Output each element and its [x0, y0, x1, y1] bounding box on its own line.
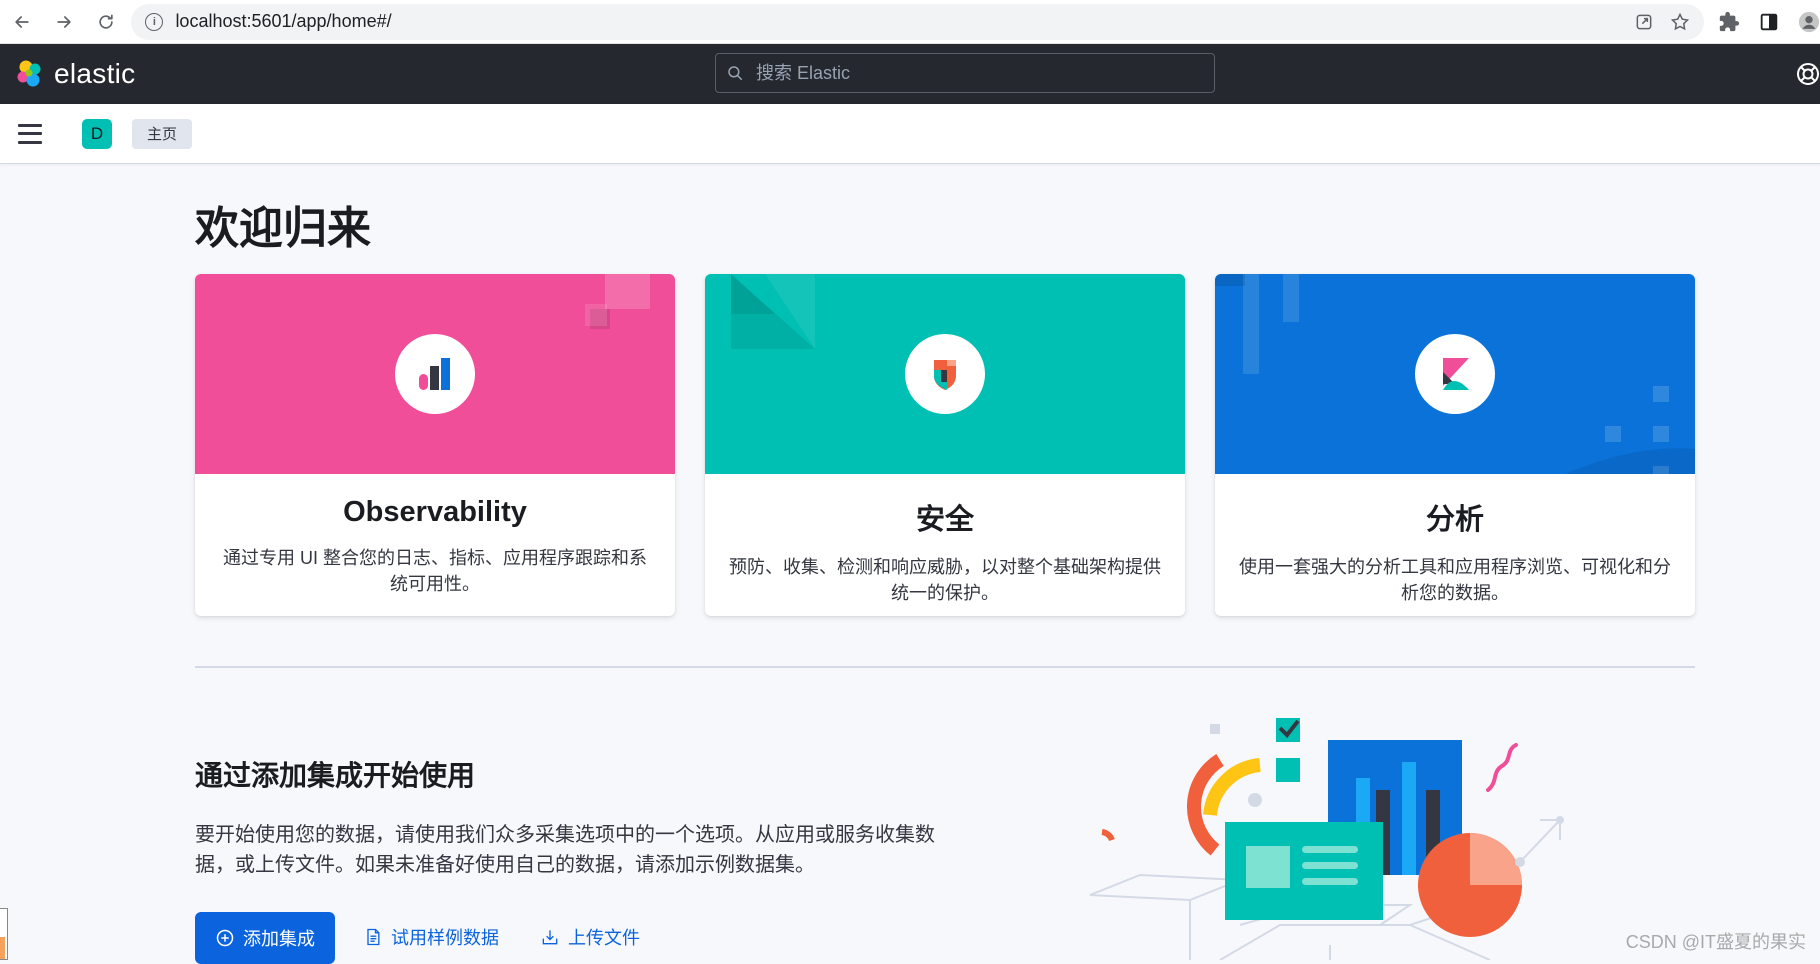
forward-button[interactable] [44, 2, 84, 42]
extensions-icon[interactable] [1718, 11, 1740, 33]
share-icon[interactable] [1634, 12, 1654, 32]
elastic-logo-icon [14, 58, 46, 90]
menu-bar-icon [18, 132, 42, 135]
menu-toggle-button[interactable] [18, 124, 42, 144]
sub-header: D 主页 [0, 104, 1820, 164]
watermark-text: CSDN @IT盛夏的果实 [1626, 928, 1806, 954]
menu-bar-icon [18, 124, 42, 127]
upload-icon [540, 927, 560, 947]
reload-icon [96, 12, 116, 32]
arrow-right-icon [54, 12, 74, 32]
observability-logo-icon [395, 334, 475, 414]
browser-toolbar: i localhost:5601/app/home#/ [0, 0, 1820, 44]
logo-text: elastic [54, 58, 135, 90]
solution-card-observability[interactable]: Observability 通过专用 UI 整合您的日志、指标、应用程序跟踪和系… [195, 274, 675, 616]
kibana-header: elastic [0, 44, 1820, 104]
add-integrations-label: 添加集成 [243, 925, 315, 951]
solution-card-analytics[interactable]: 分析 使用一套强大的分析工具和应用程序浏览、可视化和分析您的数据。 [1215, 274, 1695, 616]
reload-button[interactable] [86, 2, 126, 42]
page-title: 欢迎归来 [195, 192, 371, 256]
address-bar[interactable]: i localhost:5601/app/home#/ [131, 4, 1704, 40]
card-banner [195, 274, 675, 474]
arrow-left-icon [12, 12, 32, 32]
back-button[interactable] [2, 2, 42, 42]
security-logo-icon [905, 334, 985, 414]
solution-card-security[interactable]: 安全 预防、收集、检测和响应威胁，以对整个基础架构提供统一的保护。 [705, 274, 1185, 616]
card-description: 预防、收集、检测和响应威胁，以对整个基础架构提供统一的保护。 [727, 554, 1163, 606]
global-search[interactable] [715, 53, 1215, 93]
bookmark-star-icon[interactable] [1670, 12, 1690, 32]
upload-file-label: 上传文件 [568, 924, 640, 950]
elastic-logo[interactable]: elastic [14, 58, 135, 90]
url-text[interactable]: localhost:5601/app/home#/ [175, 11, 391, 32]
menu-bar-icon [18, 141, 42, 144]
help-lifebuoy-icon[interactable] [1796, 62, 1820, 86]
getting-started-illustration [1080, 710, 1620, 960]
plus-circle-icon [215, 928, 235, 948]
add-integrations-button[interactable]: 添加集成 [195, 912, 335, 964]
kibana-logo-icon [1415, 334, 1495, 414]
card-title: 分析 [1215, 496, 1695, 538]
profile-avatar-icon[interactable] [1798, 11, 1820, 33]
section-divider [195, 666, 1695, 668]
card-banner [1215, 274, 1695, 474]
upload-file-button[interactable]: 上传文件 [540, 924, 640, 950]
side-panel-icon[interactable] [1758, 11, 1780, 33]
search-input[interactable] [756, 63, 1176, 84]
card-banner [705, 274, 1185, 474]
section-title: 通过添加集成开始使用 [195, 754, 475, 794]
document-icon [363, 927, 383, 947]
section-description: 要开始使用您的数据，请使用我们众多采集选项中的一个选项。从应用或服务收集数据，或… [195, 820, 935, 880]
card-description: 通过专用 UI 整合您的日志、指标、应用程序跟踪和系统可用性。 [217, 545, 653, 597]
partial-window-edge [0, 908, 8, 960]
breadcrumb-home[interactable]: 主页 [132, 119, 192, 149]
space-selector-avatar[interactable]: D [82, 119, 112, 149]
try-sample-data-label: 试用样例数据 [391, 924, 499, 950]
card-description: 使用一套强大的分析工具和应用程序浏览、可视化和分析您的数据。 [1237, 554, 1673, 606]
site-info-icon[interactable]: i [145, 13, 163, 31]
card-title: 安全 [705, 496, 1185, 538]
card-title: Observability [195, 496, 675, 529]
search-icon [726, 64, 744, 82]
try-sample-data-button[interactable]: 试用样例数据 [363, 924, 499, 950]
